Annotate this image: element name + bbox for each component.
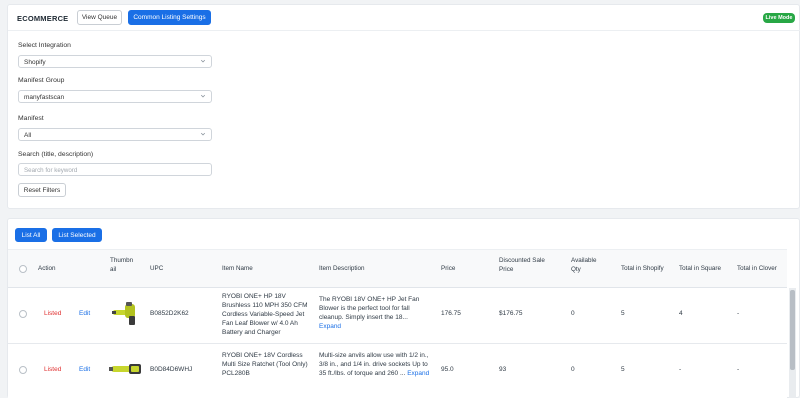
integration-select[interactable]: Shopify [18, 55, 212, 68]
price-value: 176.75 [441, 310, 461, 317]
scrollbar-thumb[interactable] [790, 290, 795, 370]
chevron-down-icon [200, 59, 206, 63]
expand-link[interactable]: Expand [407, 370, 429, 377]
available-qty-value: 0 [571, 310, 575, 317]
common-listing-settings-button[interactable]: Common Listing Settings [128, 10, 211, 25]
manifest-group-select[interactable]: manyfastscan [18, 90, 212, 103]
description-text: The RYOBI 18V ONE+ HP Jet Fan Blower is … [319, 296, 420, 321]
item-name: RYOBI ONE+ HP 18V Brushless 110 MPH 350 … [222, 293, 308, 336]
header-total-clover: Total in Clover [737, 265, 777, 272]
total-shopify-value: 5 [621, 366, 625, 373]
search-placeholder: Search for keyword [24, 167, 78, 174]
header-discounted-price: Discounted Sale Price [499, 257, 545, 273]
total-clover-value: - [737, 310, 740, 317]
header-action: Action [38, 265, 56, 272]
edit-link[interactable]: Edit [79, 365, 90, 374]
header-total-shopify: Total in Shopify [621, 265, 664, 272]
table-row: Listed Edit B0D84D6WHJ RYOBI ONE+ 18V Co… [8, 344, 787, 398]
upc-value: B0D84D6WHJ [150, 366, 193, 373]
header-thumbnail: Thumbn ail [110, 257, 134, 273]
manifest-select[interactable]: All [18, 128, 212, 141]
row-checkbox[interactable] [19, 366, 27, 374]
manifest-label: Manifest [18, 115, 44, 122]
item-name: RYOBI ONE+ 18V Cordless Multi Size Ratch… [222, 352, 308, 377]
page-header: ECOMMERCE View Queue Common Listing Sett… [8, 5, 800, 31]
total-square-value: 4 [679, 310, 683, 317]
manifest-value: All [24, 132, 32, 139]
chevron-down-icon [200, 132, 206, 136]
total-shopify-value: 5 [621, 310, 625, 317]
search-input[interactable]: Search for keyword [18, 163, 212, 176]
filters-card: ECOMMERCE View Queue Common Listing Sett… [7, 4, 800, 209]
view-queue-button[interactable]: View Queue [77, 10, 122, 25]
listing-status: Listed [44, 310, 62, 317]
manifest-group-label: Manifest Group [18, 77, 65, 84]
integration-label: Select Integration [18, 42, 71, 49]
live-mode-badge: Live Mode [763, 13, 795, 23]
total-clover-value: - [737, 366, 740, 373]
table-header: Action Thumbn ail UPC Item Name Item Des… [8, 249, 787, 288]
edit-link[interactable]: Edit [79, 309, 90, 318]
header-item-name: Item Name [222, 265, 253, 272]
reset-filters-button[interactable]: Reset Filters [18, 183, 66, 197]
list-selected-button[interactable]: List Selected [52, 228, 102, 242]
item-description: Multi-size anvils allow use with 1/2 in.… [319, 351, 431, 378]
listing-card: List All List Selected Action Thumbn ail… [7, 218, 800, 398]
expand-link[interactable]: Expand [319, 323, 341, 330]
row-checkbox[interactable] [19, 310, 27, 318]
brand-title: ECOMMERCE [17, 14, 69, 23]
list-all-button[interactable]: List All [15, 228, 47, 242]
integration-value: Shopify [24, 59, 46, 66]
header-available-qty: Available Qty [571, 257, 597, 273]
discounted-price-value: $176.75 [499, 310, 523, 317]
available-qty-value: 0 [571, 366, 575, 373]
table-row: Listed Edit B0852D2K62 RYOBI ONE+ HP 18V… [8, 288, 787, 344]
item-description: The RYOBI 18V ONE+ HP Jet Fan Blower is … [319, 295, 431, 331]
header-total-square: Total in Square [679, 265, 722, 272]
total-square-value: - [679, 366, 682, 373]
header-price: Price [441, 265, 456, 272]
search-label: Search (title, description) [18, 151, 94, 158]
listing-status: Listed [44, 366, 62, 373]
discounted-price-value: 93 [499, 366, 507, 373]
chevron-down-icon [200, 94, 206, 98]
leaf-blower-thumbnail [112, 302, 135, 325]
table-scrollbar[interactable] [789, 288, 796, 398]
manifest-group-value: manyfastscan [24, 94, 65, 101]
ratchet-thumbnail [109, 364, 141, 374]
header-upc: UPC [150, 265, 164, 272]
upc-value: B0852D2K62 [150, 310, 189, 317]
price-value: 95.0 [441, 366, 454, 373]
select-all-checkbox[interactable] [19, 265, 27, 273]
header-item-description: Item Description [319, 265, 365, 272]
